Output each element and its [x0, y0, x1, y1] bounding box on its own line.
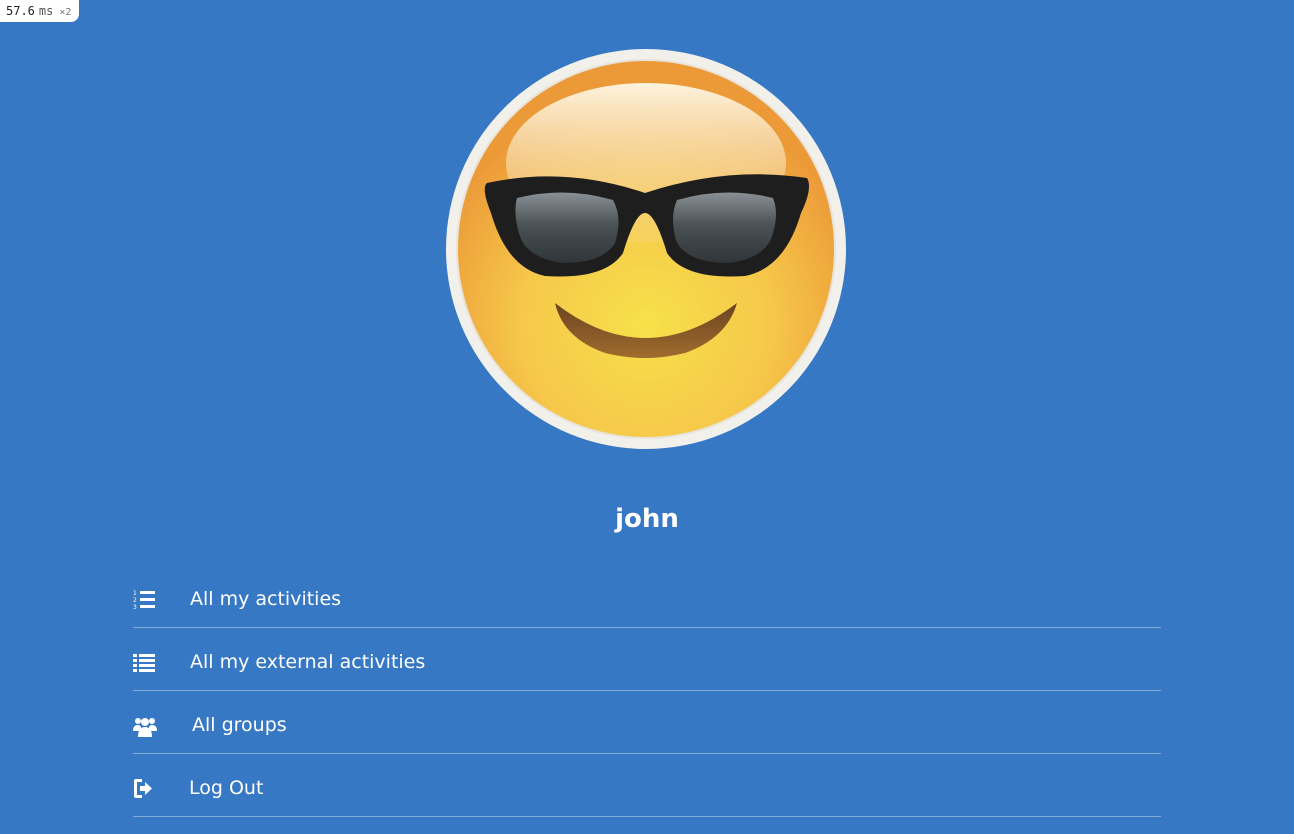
menu-item-label: All groups	[192, 714, 287, 736]
username: john	[615, 504, 679, 534]
avatar	[446, 49, 846, 449]
menu-item-label: All my external activities	[190, 651, 426, 673]
menu-item-all-my-external-activities[interactable]: All my external activities	[133, 628, 1161, 691]
svg-text:1: 1	[133, 590, 137, 597]
menu-item-label: Log Out	[189, 777, 264, 799]
perf-multiplier: ×2	[59, 7, 72, 18]
menu-item-all-groups[interactable]: All groups	[133, 691, 1161, 754]
menu-item-label: All my activities	[190, 588, 342, 610]
perf-unit: ms	[38, 4, 54, 18]
menu-item-log-out[interactable]: Log Out	[133, 754, 1161, 817]
perf-value: 57.6	[6, 4, 35, 18]
list-icon	[133, 654, 155, 672]
ordered-list-icon: 1 2 3	[133, 590, 155, 611]
users-icon	[133, 718, 157, 737]
sign-out-icon	[134, 779, 152, 798]
profile-menu: 1 2 3 All my activities All my external …	[133, 565, 1161, 817]
svg-text:3: 3	[133, 604, 137, 611]
menu-item-all-my-activities[interactable]: 1 2 3 All my activities	[133, 565, 1161, 628]
performance-badge: 57.6 ms ×2	[0, 0, 80, 22]
svg-text:2: 2	[133, 597, 137, 604]
